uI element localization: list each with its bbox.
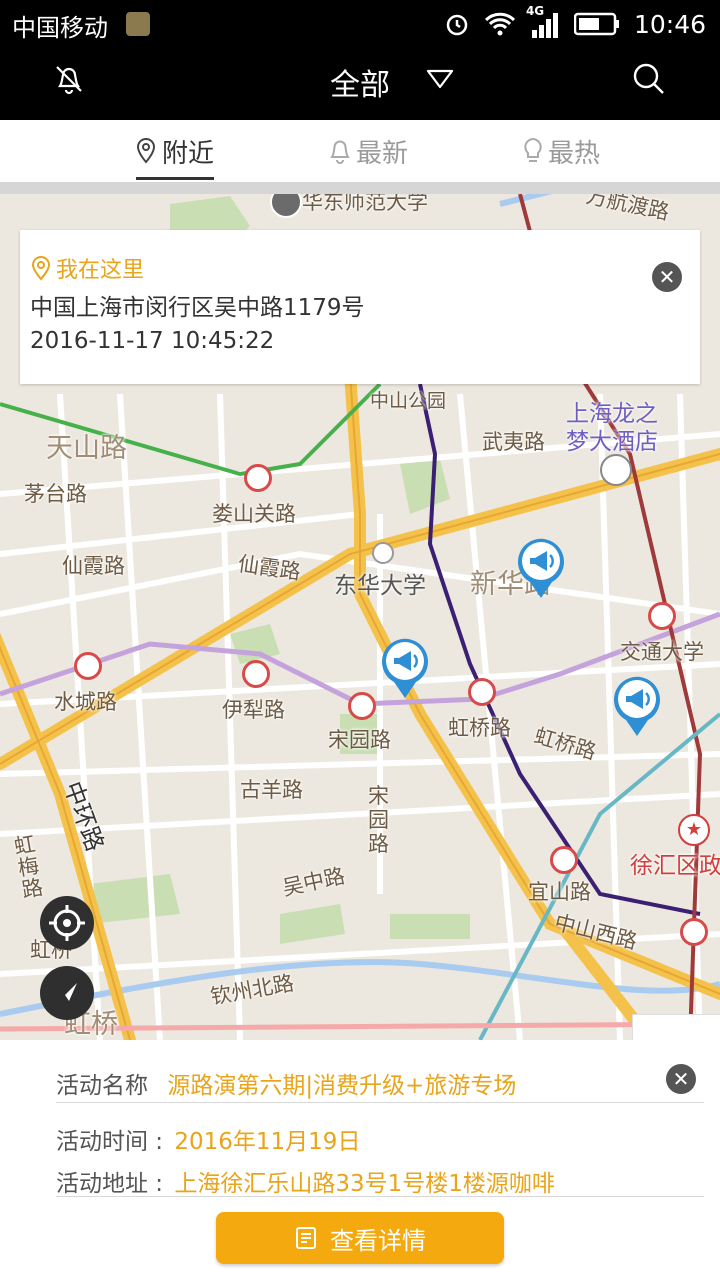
- bell-icon: [330, 140, 350, 164]
- event-marker-icon[interactable]: [612, 674, 662, 738]
- map-view[interactable]: ★ 华东师范大学 万航渡路 中山公园 武夷路 上海龙之 梦大酒店 天山路 茅台路…: [0, 194, 720, 1040]
- compass-button[interactable]: [40, 966, 94, 1020]
- tab-latest[interactable]: 最新: [328, 120, 408, 182]
- event-marker-icon[interactable]: [380, 636, 430, 700]
- metro-station-icon[interactable]: [468, 678, 496, 706]
- metro-station-icon[interactable]: [550, 846, 578, 874]
- view-details-label: 查看详情: [330, 1226, 426, 1255]
- close-icon[interactable]: ✕: [652, 262, 682, 292]
- poi-dot-icon[interactable]: [372, 542, 394, 564]
- location-pin-icon: [31, 255, 51, 281]
- government-star-icon[interactable]: ★: [678, 814, 710, 846]
- map-label: 梦大酒店: [566, 429, 658, 455]
- map-label: 交通大学: [620, 640, 704, 664]
- document-icon: [296, 1227, 316, 1249]
- event-address-label: 活动地址 :: [56, 1171, 164, 1197]
- top-toolbar: 全部: [0, 48, 720, 120]
- map-label: 华东师范大学: [302, 194, 428, 214]
- tab-bar: 附近 最新 最热: [0, 120, 720, 182]
- category-title[interactable]: 全部: [0, 60, 720, 104]
- event-name-label: 活动名称: [56, 1073, 148, 1099]
- map-label: 宋园路: [328, 728, 391, 752]
- map-label: 虹桥路: [448, 716, 511, 740]
- carrier-name: 中国移动: [12, 14, 108, 42]
- my-location-address: 中国上海市闵行区吴中路1179号: [30, 295, 365, 321]
- sim-icon: [126, 12, 150, 36]
- tab-nearby[interactable]: 附近: [134, 120, 215, 182]
- event-address-value: 上海徐汇乐山路33号1号楼1楼源咖啡: [174, 1171, 555, 1197]
- network-type: 4G: [525, 4, 545, 18]
- tab-latest-label: 最新: [356, 138, 409, 169]
- chevron-down-icon[interactable]: [426, 68, 454, 94]
- metro-station-icon[interactable]: [242, 660, 270, 688]
- compass-icon: [57, 983, 77, 1003]
- view-details-button[interactable]: 查看详情: [216, 1212, 504, 1264]
- tab-hottest[interactable]: 最热: [522, 120, 600, 182]
- my-location-card: 我在这里 中国上海市闵行区吴中路1179号 2016-11-17 10:45:2…: [20, 230, 700, 384]
- event-marker-icon[interactable]: [516, 536, 566, 600]
- map-label: 天山路: [46, 433, 127, 464]
- locate-me-button[interactable]: [40, 896, 94, 950]
- metro-station-icon[interactable]: [648, 602, 676, 630]
- event-time-value: 2016年11月19日: [174, 1129, 361, 1155]
- location-pin-icon: [136, 137, 156, 164]
- lightbulb-icon: [524, 137, 542, 162]
- map-label: 宜山路: [528, 880, 591, 904]
- map-label: 娄山关路: [212, 502, 296, 526]
- status-bar: 中国移动 4G 10:46: [0, 0, 720, 48]
- map-label: 水城路: [54, 690, 117, 714]
- map-label: 徐汇区政: [630, 853, 720, 879]
- close-icon[interactable]: ✕: [666, 1064, 696, 1094]
- signal-icon: 4G: [526, 4, 560, 38]
- zoom-control[interactable]: [632, 1014, 720, 1040]
- hotel-icon[interactable]: [600, 454, 632, 486]
- metro-station-icon[interactable]: [680, 918, 708, 946]
- divider: [56, 1196, 704, 1197]
- event-info-sheet: 活动名称 源路演第六期|消费升级+旅游专场 ✕ 活动时间 : 2016年11月1…: [0, 1040, 720, 1280]
- search-icon[interactable]: [632, 62, 666, 100]
- event-name-row: 活动名称 源路演第六期|消费升级+旅游专场: [56, 1066, 516, 1100]
- metro-station-icon[interactable]: [244, 464, 272, 492]
- tab-hottest-label: 最热: [548, 138, 601, 169]
- map-label: 伊犁路: [222, 698, 285, 722]
- event-time-label: 活动时间 :: [56, 1129, 164, 1155]
- clock: 10:46: [633, 9, 706, 39]
- map-label: 东华大学: [334, 573, 426, 599]
- divider: [56, 1102, 704, 1103]
- event-time-row: 活动时间 : 2016年11月19日: [56, 1122, 360, 1156]
- metro-station-icon[interactable]: [74, 652, 102, 680]
- event-address-row: 活动地址 : 上海徐汇乐山路33号1号楼1楼源咖啡: [56, 1164, 555, 1198]
- tab-divider: [0, 182, 720, 194]
- my-location-header: 我在这里: [30, 252, 144, 284]
- map-label: 古羊路: [240, 778, 303, 802]
- map-label: 宋园路: [368, 784, 389, 856]
- wifi-icon: [484, 12, 516, 36]
- map-label: 武夷路: [482, 430, 545, 454]
- map-label: 中山公园: [370, 390, 447, 412]
- tab-nearby-label: 附近: [162, 138, 215, 169]
- status-icons: 4G 10:46: [444, 4, 706, 42]
- crosshair-icon: [49, 905, 85, 941]
- map-label: 仙霞路: [62, 554, 125, 578]
- my-location-heading: 我在这里: [56, 258, 145, 283]
- map-label: 茅台路: [24, 482, 87, 506]
- event-name-value[interactable]: 源路演第六期|消费升级+旅游专场: [167, 1073, 516, 1099]
- battery-icon: [573, 12, 619, 36]
- metro-station-icon[interactable]: [348, 692, 376, 720]
- my-location-timestamp: 2016-11-17 10:45:22: [30, 328, 275, 354]
- alarm-icon: [446, 14, 468, 36]
